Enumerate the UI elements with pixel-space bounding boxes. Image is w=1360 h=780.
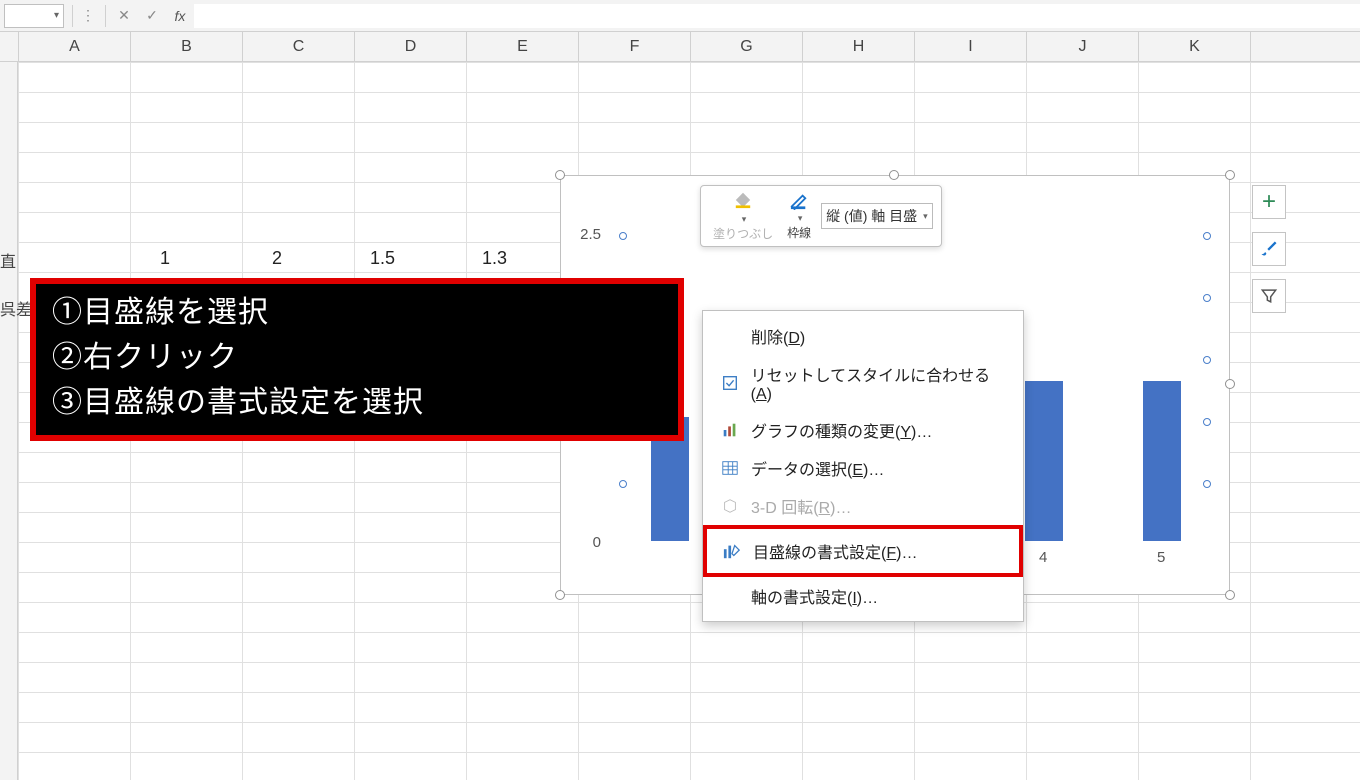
resize-handle[interactable]	[889, 170, 899, 180]
pen-icon	[788, 192, 810, 213]
cube-icon	[719, 495, 741, 517]
chart-type-icon	[719, 419, 741, 441]
separator	[72, 5, 73, 27]
fill-button: ▾ 塗りつぶし	[709, 189, 777, 244]
name-box-dropdown-icon: ▾	[54, 10, 59, 21]
cell[interactable]: 1.3	[482, 248, 507, 269]
col-header[interactable]: K	[1139, 32, 1251, 61]
funnel-icon	[1259, 286, 1279, 306]
fill-label: 塗りつぶし	[713, 225, 773, 242]
cell[interactable]: 1.5	[370, 248, 395, 269]
menu-change-chart-type[interactable]: グラフの種類の変更(Y)…	[705, 411, 1021, 449]
separator	[105, 5, 106, 27]
resize-handle[interactable]	[1225, 590, 1235, 600]
chart-bar[interactable]	[1143, 381, 1181, 541]
cancel-icon[interactable]: ✕	[110, 4, 138, 28]
x-tick: 5	[1157, 549, 1165, 566]
col-header[interactable]: E	[467, 32, 579, 61]
col-header[interactable]: I	[915, 32, 1027, 61]
border-label: 枠線	[787, 224, 811, 241]
chart-styles-button[interactable]	[1252, 232, 1286, 266]
column-headers: A B C D E F G H I J K	[0, 32, 1360, 62]
select-all-corner[interactable]	[0, 32, 19, 61]
col-header[interactable]: G	[691, 32, 803, 61]
col-header[interactable]: F	[579, 32, 691, 61]
resize-handle[interactable]	[555, 170, 565, 180]
gridline-handle[interactable]	[1203, 418, 1211, 426]
chart-element-selector[interactable]: 縦 (値) 軸 目盛 ▾	[821, 203, 933, 229]
menu-select-data[interactable]: データの選択(E)…	[705, 449, 1021, 487]
instruction-line: ①目盛線を選択	[52, 290, 662, 335]
chart-bar[interactable]	[1025, 381, 1063, 541]
x-tick: 4	[1039, 549, 1047, 566]
col-header[interactable]: A	[19, 32, 131, 61]
fill-bucket-icon	[732, 191, 754, 214]
table-icon	[719, 457, 741, 479]
selector-label: 縦 (値) 軸 目盛	[826, 206, 917, 226]
resize-handle[interactable]	[555, 590, 565, 600]
gridline-handle[interactable]	[1203, 356, 1211, 364]
gridline-handle[interactable]	[1203, 480, 1211, 488]
menu-format-gridlines[interactable]: 目盛線の書式設定(F)…	[719, 532, 1007, 570]
col-header[interactable]: D	[355, 32, 467, 61]
col-header[interactable]: B	[131, 32, 243, 61]
plus-icon: +	[1262, 188, 1276, 216]
confirm-icon[interactable]: ✓	[138, 4, 166, 28]
menu-reset-style[interactable]: リセットしてスタイルに合わせる(A)	[705, 355, 1021, 411]
spacer-icon	[719, 585, 741, 607]
row-header-column	[0, 62, 18, 780]
y-tick: 2.5	[561, 226, 601, 243]
dots-icon: ⋮	[77, 7, 101, 24]
chevron-down-icon: ▾	[923, 211, 928, 222]
row-label: 直	[0, 248, 16, 272]
instruction-line: ②右クリック	[52, 335, 662, 380]
instruction-line: ③目盛線の書式設定を選択	[52, 380, 662, 425]
border-button[interactable]: ▾ 枠線	[783, 190, 815, 243]
spacer-icon	[719, 325, 741, 347]
formula-bar: ▾ ⋮ ✕ ✓ fx	[0, 0, 1360, 32]
menu-highlight: 目盛線の書式設定(F)…	[703, 525, 1023, 577]
spreadsheet-grid[interactable]: 直 呉差 1 2 1.5 1.3 2.5 0 4 5 +	[0, 62, 1360, 780]
cell[interactable]: 1	[160, 248, 170, 269]
resize-handle[interactable]	[1225, 170, 1235, 180]
brush-icon	[1259, 239, 1279, 259]
formula-input[interactable]	[194, 4, 1360, 28]
gridline-handle[interactable]	[1203, 232, 1211, 240]
menu-format-axis[interactable]: 軸の書式設定(I)…	[705, 577, 1021, 615]
chart-filter-button[interactable]	[1252, 279, 1286, 313]
col-header[interactable]: J	[1027, 32, 1139, 61]
col-header[interactable]: H	[803, 32, 915, 61]
y-tick: 0	[561, 534, 601, 551]
format-gridlines-icon	[721, 540, 743, 562]
row-label: 呉差	[0, 296, 32, 320]
gridline-handle[interactable]	[1203, 294, 1211, 302]
fx-label: fx	[175, 8, 186, 24]
fx-icon[interactable]: fx	[166, 4, 194, 28]
mini-toolbar: ▾ 塗りつぶし ▾ 枠線 縦 (値) 軸 目盛 ▾	[700, 185, 942, 247]
menu-delete[interactable]: 削除(D)	[705, 317, 1021, 355]
name-box[interactable]: ▾	[4, 4, 64, 28]
menu-3d-rotation: 3-D 回転(R)…	[705, 487, 1021, 525]
context-menu: 削除(D) リセットしてスタイルに合わせる(A) グラフの種類の変更(Y)… デ…	[702, 310, 1024, 622]
col-header[interactable]: C	[243, 32, 355, 61]
gridline-handle[interactable]	[619, 480, 627, 488]
chart-elements-button[interactable]: +	[1252, 185, 1286, 219]
gridline-handle[interactable]	[619, 232, 627, 240]
resize-handle[interactable]	[1225, 379, 1235, 389]
instruction-overlay: ①目盛線を選択 ②右クリック ③目盛線の書式設定を選択	[30, 278, 684, 441]
cell[interactable]: 2	[272, 248, 282, 269]
reset-icon	[719, 372, 741, 394]
